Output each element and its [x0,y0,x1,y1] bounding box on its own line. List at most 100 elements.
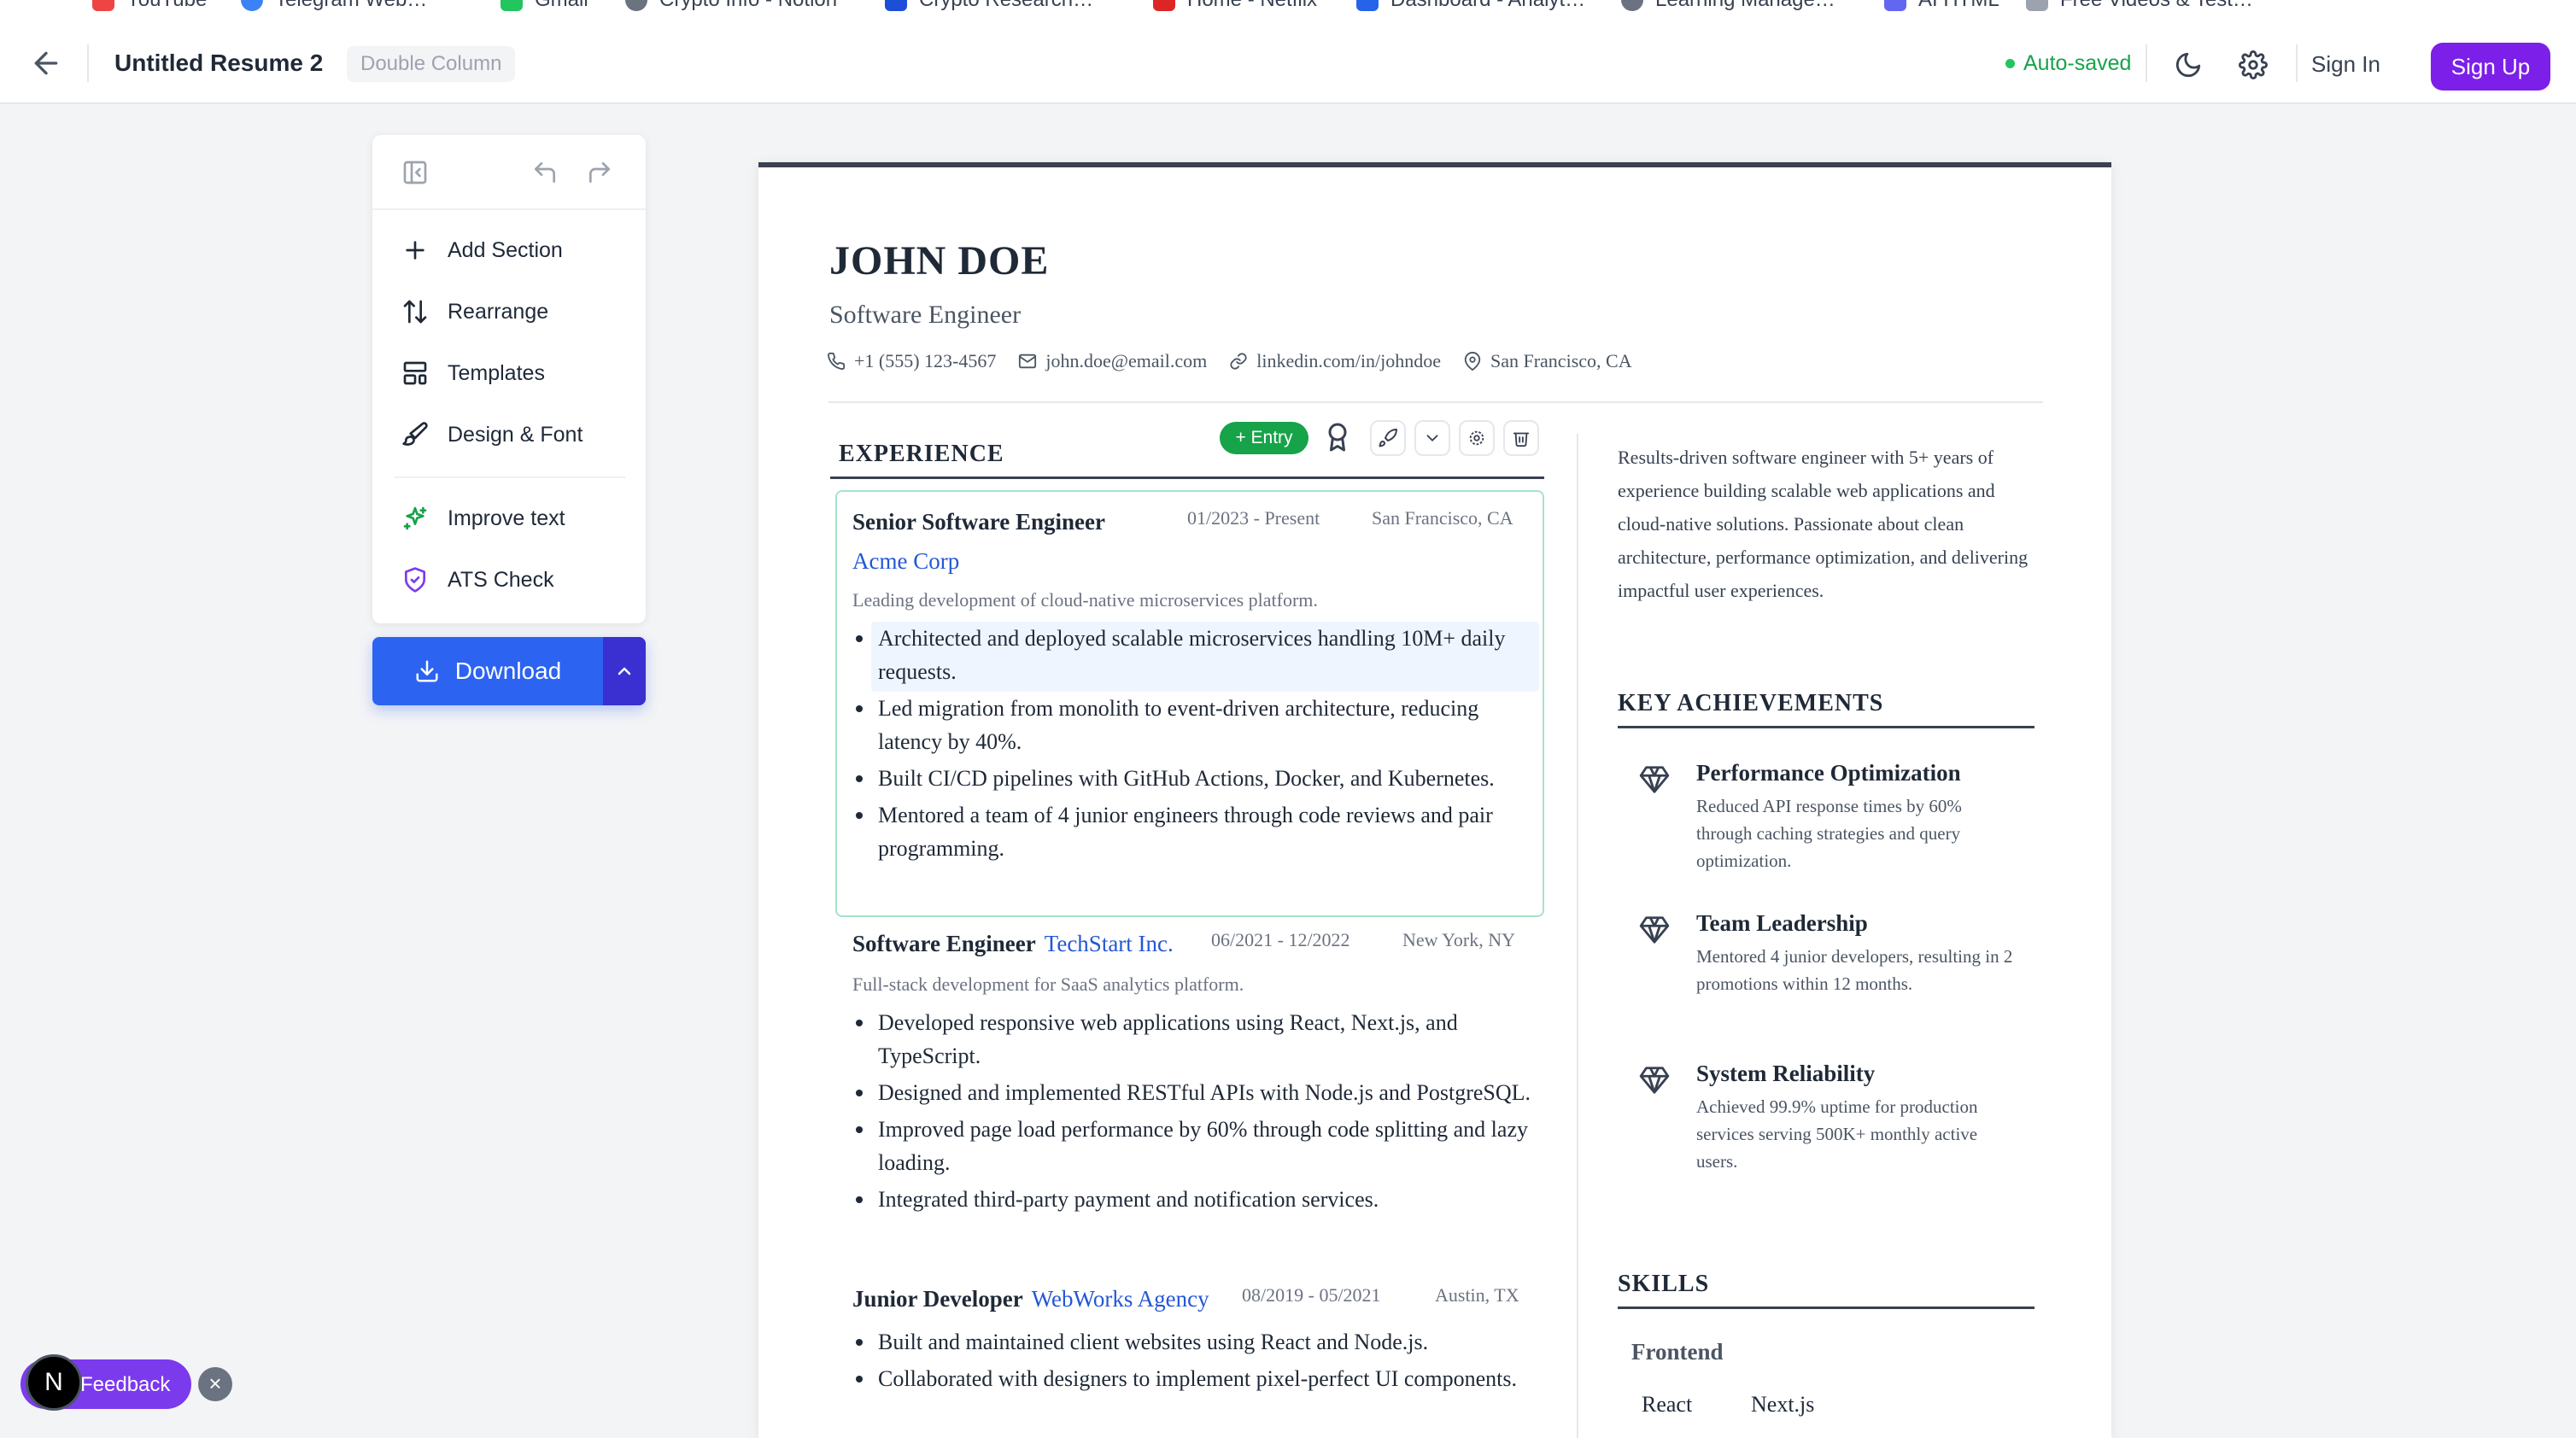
apps-icon[interactable] [0,0,24,12]
summary-text[interactable]: Results-driven software engineer with 5+… [1618,441,2045,607]
improve-text-button[interactable]: Improve text [401,497,624,540]
achievement-title[interactable]: System Reliability [1696,1061,1875,1087]
job-bullets: Developed responsive web applications us… [852,1006,1536,1216]
job-dates[interactable]: 06/2021 - 12/2022 [1211,929,1350,951]
download-label: Download [454,658,562,684]
job-location[interactable]: New York, NY [1402,929,1515,951]
move-down-button[interactable] [1414,420,1450,456]
job-company[interactable]: Acme Corp [852,548,959,575]
plus-icon [406,241,424,260]
bookmark-gmail[interactable]: Gmail [501,0,588,12]
download-main[interactable]: Download [372,637,603,705]
diamond-icon [1638,1064,1671,1101]
job-description[interactable]: Full-stack development for SaaS analytic… [852,973,1244,996]
list-item[interactable]: Collaborated with designers to implement… [852,1362,1536,1395]
job-company[interactable]: TechStart Inc. [1045,931,1174,957]
close-feedback-button[interactable]: × [198,1367,232,1401]
settings-button[interactable] [2234,46,2272,84]
next-dev-badge[interactable]: N [26,1354,82,1411]
bookmark-label: AI HTML [1918,0,1999,12]
contact-linkedin[interactable]: linkedin.com/in/johndoe [1229,350,1441,372]
undo-icon[interactable] [531,159,559,186]
document-title[interactable]: Untitled Resume 2 [114,50,323,77]
list-item[interactable]: Architected and deployed scalable micros… [852,622,1536,688]
add-section-button[interactable]: Add Section [401,229,624,272]
achievements-heading[interactable]: KEY ACHIEVEMENTS [1618,690,1883,717]
header-divider [2296,44,2298,82]
notion-icon [625,0,647,11]
resume-name[interactable]: JOHN DOE [829,237,1049,284]
bookmark-youtube[interactable]: YouTube [92,0,207,12]
design-font-button[interactable]: Design & Font [401,413,624,456]
list-item[interactable]: Mentored a team of 4 junior engineers th… [852,798,1536,865]
ats-check-button[interactable]: ATS Check [401,558,624,601]
back-button[interactable] [29,46,63,80]
job-description[interactable]: Leading development of cloud-native micr… [852,589,1318,611]
dark-mode-toggle[interactable] [2169,46,2207,84]
skill-item[interactable]: Next.js [1751,1392,1814,1418]
sidebar-collapse-icon[interactable] [401,159,429,186]
download-button[interactable]: Download [372,637,646,705]
skill-item[interactable]: React [1642,1392,1692,1418]
delete-section-button[interactable] [1503,420,1539,456]
list-item[interactable]: Built and maintained client websites usi… [852,1325,1536,1359]
experience-heading[interactable]: EXPERIENCE [839,441,1004,468]
list-item[interactable]: Integrated third-party payment and notif… [852,1183,1536,1216]
contact-location[interactable]: San Francisco, CA [1463,350,1632,372]
phone-text: +1 (555) 123-4567 [854,350,997,371]
achievement-text[interactable]: Mentored 4 junior developers, resulting … [1696,943,2021,997]
skill-category[interactable]: Frontend [1631,1339,1724,1365]
redo-icon[interactable] [586,159,613,186]
add-entry-button[interactable]: + Entry [1220,422,1308,454]
job-location[interactable]: San Francisco, CA [1372,507,1513,529]
job-company[interactable]: WebWorks Agency [1032,1286,1209,1312]
list-item[interactable]: Built CI/CD pipelines with GitHub Action… [852,762,1536,795]
achievement-text[interactable]: Achieved 99.9% uptime for production ser… [1696,1093,2021,1175]
layout-badge[interactable]: Double Column [347,46,516,82]
rearrange-button[interactable]: Rearrange [401,290,624,333]
achievements-underline [1618,726,2034,728]
achievement-text[interactable]: Reduced API response times by 60% throug… [1696,792,2021,874]
resume-role[interactable]: Software Engineer [829,301,1021,330]
list-item[interactable]: Developed responsive web applications us… [852,1006,1536,1073]
gear-icon [1469,430,1484,446]
templates-button[interactable]: Templates [401,352,624,395]
contact-email[interactable]: john.doe@email.com [1018,350,1207,372]
sign-in-button[interactable]: Sign In [2311,51,2380,78]
youtube-icon [92,0,114,11]
free-videos-icon [2026,0,2048,11]
bookmark-learning[interactable]: Learning Manage… [1621,0,1835,12]
list-item[interactable]: Improved page load performance by 60% th… [852,1113,1536,1179]
bookmark-label: Crypto Research… [919,0,1093,12]
skills-heading[interactable]: SKILLS [1618,1271,1709,1298]
bookmark-label: Home - Netflix [1187,0,1317,12]
contact-phone[interactable]: +1 (555) 123-4567 [827,350,996,372]
bookmark-crypto-research[interactable]: Crypto Research… [885,0,1093,12]
paintbrush-icon [402,422,428,446]
bookmark-ai-html[interactable]: AI HTML [1884,0,1999,12]
bookmark-dashboard[interactable]: Dashboard - Analyt… [1356,0,1585,12]
job-title[interactable]: Software Engineer [852,931,1036,957]
job-dates[interactable]: 08/2019 - 05/2021 [1242,1284,1381,1306]
bookmark-telegram[interactable]: Telegram Web… [241,0,427,12]
sparkles-icon [403,506,427,530]
rocket-button[interactable] [1370,420,1406,456]
job-title[interactable]: Senior Software Engineer [852,509,1105,535]
app-header: Untitled Resume 2 Double Column Auto-sav… [0,14,2576,104]
job-location[interactable]: Austin, TX [1435,1284,1519,1306]
bookmark-free-videos[interactable]: Free Videos & Test… [2026,0,2253,12]
list-item[interactable]: Led migration from monolith to event-dri… [852,692,1536,758]
list-item[interactable]: Designed and implemented RESTful APIs wi… [852,1076,1536,1109]
award-button[interactable] [1322,422,1356,456]
bookmark-crypto-info[interactable]: Crypto Info - Notion [625,0,837,12]
job-title[interactable]: Junior Developer [852,1286,1023,1312]
sign-up-button[interactable]: Sign Up [2431,43,2550,91]
bookmark-netflix[interactable]: Home - Netflix [1153,0,1317,12]
job-dates[interactable]: 01/2023 - Present [1187,507,1320,529]
achievement-title[interactable]: Performance Optimization [1696,760,1961,786]
achievement-title[interactable]: Team Leadership [1696,910,1868,937]
download-options-button[interactable] [603,637,646,705]
status-dot [2005,59,2015,68]
moon-icon [2175,52,2201,78]
section-settings-button[interactable] [1459,420,1495,456]
